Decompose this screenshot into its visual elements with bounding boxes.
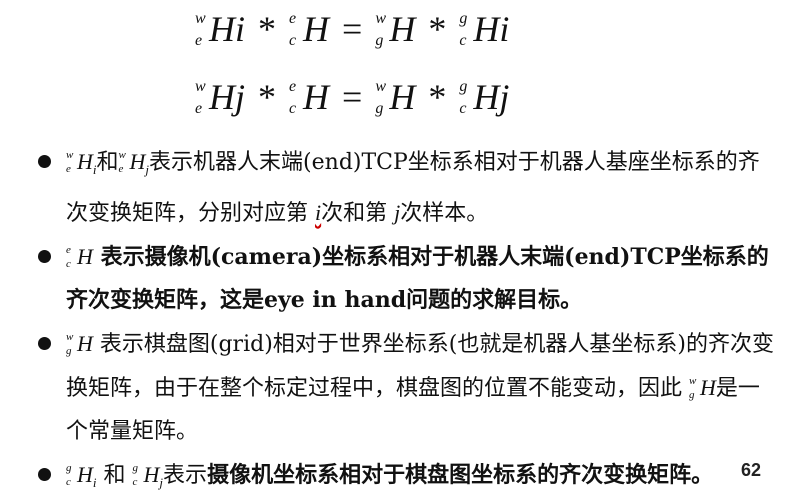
- math-weHj: w e Hj: [118, 149, 150, 177]
- page-number: 62: [740, 460, 761, 480]
- bullet-2-text: 表示摄像机(camera)坐标系相对于机器人末端(end)TCP坐标系的齐次变换…: [66, 244, 769, 313]
- math-ecH: ecH: [66, 244, 93, 270]
- equation-2: w e Hj * ecH = wgH * g c Hj: [195, 77, 510, 117]
- bullet-1-text-d: 次样本。: [400, 201, 489, 226]
- bullet-item-1: w e Hi和 w e Hj表示机器人末端(end)TCP坐标系相对于机器人基座坐标系的齐…: [36, 140, 776, 235]
- bullet-4-text-b: 表示: [163, 463, 208, 488]
- bullet-dot: [38, 337, 51, 350]
- math-gcHi: g c Hi: [66, 462, 97, 490]
- bullet-list: w e Hi和 w e Hj表示机器人末端(end)TCP坐标系相对于机器人基座坐标系的齐…: [36, 140, 776, 504]
- bullet-item-2: ecH 表示摄像机(camera)坐标系相对于机器人末端(end)TCP坐标系的…: [36, 235, 776, 322]
- bullet-dot: [38, 155, 51, 168]
- math-gcHj: g c Hj: [132, 462, 164, 490]
- var-j: j: [394, 200, 401, 225]
- bullet-dot: [38, 250, 51, 263]
- bullet-3-text: 表示棋盘图(grid)相对于世界坐标系(也就是机器人基坐标系)的齐次变换矩阵，由…: [66, 332, 774, 401]
- bullet-item-3: wgH 表示棋盘图(grid)相对于世界坐标系(也就是机器人基坐标系)的齐次变换…: [36, 322, 776, 453]
- math-wgH: wgH: [66, 331, 93, 357]
- math-wgH-2: wgH: [689, 375, 716, 401]
- text-and-2: 和: [103, 463, 126, 488]
- bullet-1-text-c: 次和第: [321, 201, 388, 226]
- bullet-4-text-c: 摄像机坐标系相对于棋盘图坐标系的齐次变换矩阵。: [207, 462, 714, 488]
- text-and: 和: [96, 150, 119, 175]
- equation-1: w e Hi * ecH = wgH * g c Hi: [195, 9, 510, 49]
- math-weHi: w e Hi: [66, 149, 97, 177]
- bullet-item-4: g c Hi 和 g c Hj表示摄像机坐标系相对于棋盘图坐标系的齐次变换矩阵。: [36, 453, 776, 504]
- var-i: i: [315, 200, 322, 225]
